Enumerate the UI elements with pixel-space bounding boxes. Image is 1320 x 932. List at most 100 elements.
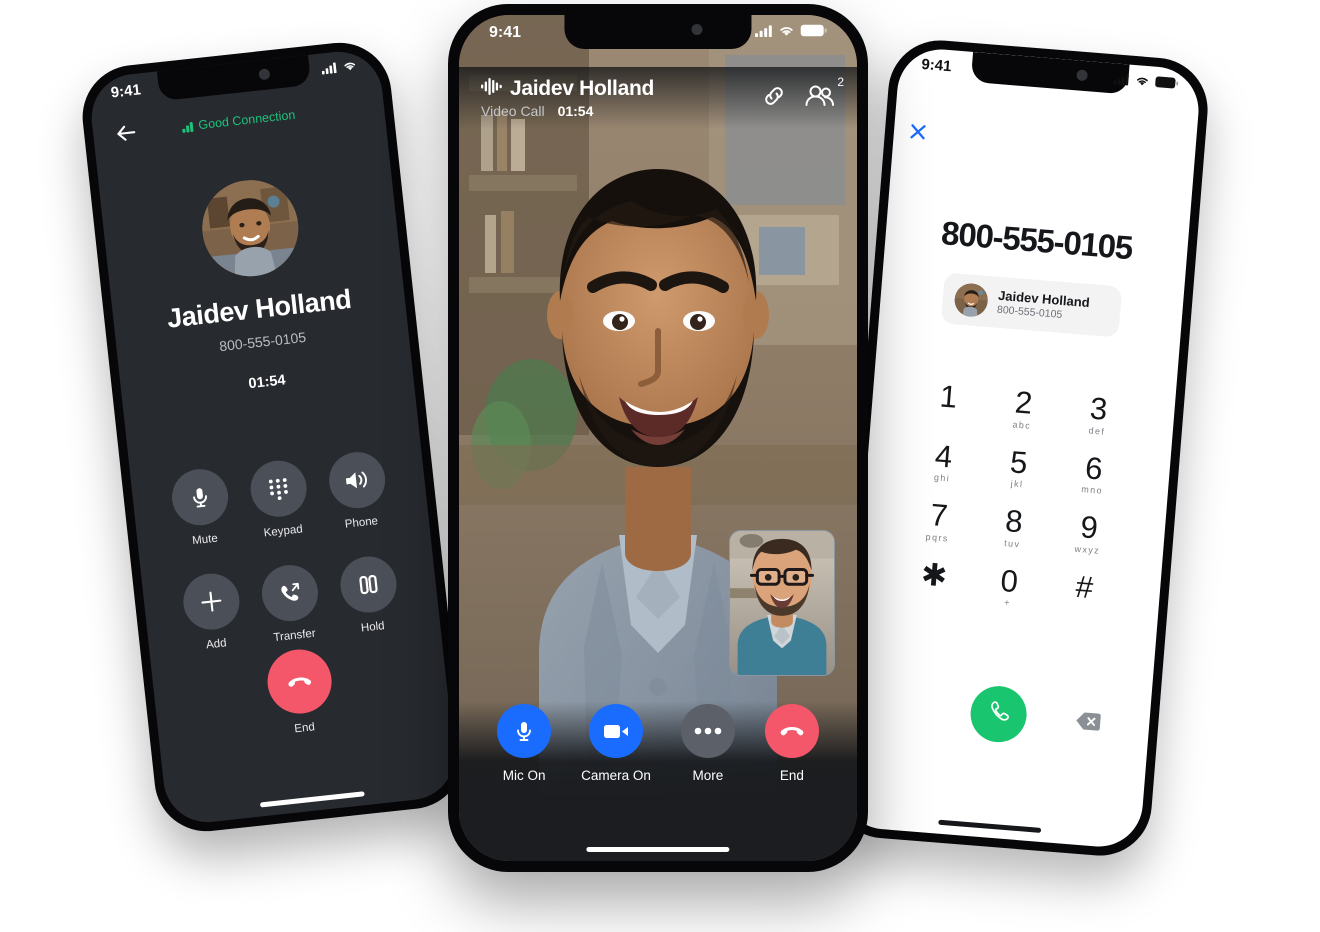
transfer-call-icon bbox=[259, 562, 321, 624]
microphone-icon bbox=[497, 704, 552, 758]
end-call-icon bbox=[764, 704, 819, 758]
key-digit: 2 bbox=[1013, 384, 1034, 421]
cellular-signal-icon bbox=[755, 24, 773, 42]
key-letters bbox=[946, 414, 947, 425]
header-actions: 2 bbox=[761, 75, 844, 114]
participants-button[interactable]: 2 bbox=[805, 75, 844, 113]
wifi-icon bbox=[778, 24, 795, 42]
backspace-button[interactable] bbox=[1074, 710, 1102, 737]
contact-suggestion-card[interactable]: Jaidev Holland 800-555-0105 bbox=[940, 272, 1123, 338]
cellular-signal-icon bbox=[1113, 71, 1130, 89]
audio-waveform-icon bbox=[481, 77, 502, 101]
keypad-key-0[interactable]: 0 + bbox=[978, 563, 1039, 611]
call-duration: 01:54 bbox=[557, 103, 594, 119]
key-letters: jkl bbox=[1010, 478, 1024, 490]
key-digit: ✱ bbox=[919, 556, 949, 594]
signal-bars-icon bbox=[181, 120, 194, 133]
keypad-key-hash[interactable]: # bbox=[1053, 569, 1114, 617]
battery-icon bbox=[1154, 74, 1179, 93]
center-phone-screen: 9:41 Jaidev Holland Video Call 01:54 2 M… bbox=[459, 15, 857, 861]
home-indicator bbox=[259, 791, 365, 808]
link-icon[interactable] bbox=[761, 83, 787, 114]
key-digit: 0 bbox=[999, 562, 1020, 600]
key-digit: 8 bbox=[1004, 503, 1025, 540]
dial-keypad: 1 2 abc 3 def 4 ghi 5 jkl 6 mno 7 pqrs 8 tuv 9w… bbox=[857, 375, 1176, 621]
cellular-signal-icon bbox=[321, 59, 339, 78]
control-label: Phone bbox=[344, 515, 379, 531]
control-label: Hold bbox=[360, 620, 386, 635]
dialer-actions bbox=[845, 674, 1152, 768]
call-type-label: Video Call bbox=[481, 103, 545, 119]
hold-button[interactable]: Hold bbox=[337, 553, 401, 637]
phone-handset-icon bbox=[984, 698, 1012, 731]
keypad-key-6[interactable]: 6 mno bbox=[1063, 450, 1124, 498]
keypad-key-8[interactable]: 8 tuv bbox=[983, 503, 1044, 552]
end-call-icon bbox=[264, 646, 335, 717]
key-letters bbox=[1082, 604, 1083, 615]
control-label: End bbox=[779, 768, 804, 783]
control-label: Mute bbox=[191, 532, 219, 548]
close-x-icon[interactable] bbox=[907, 121, 929, 143]
more-dots-icon bbox=[680, 704, 735, 758]
call-button[interactable] bbox=[968, 683, 1029, 745]
right-status-bar: 9:41 bbox=[898, 46, 1202, 102]
camera-toggle-button[interactable]: Camera On bbox=[581, 704, 651, 783]
status-time: 9:41 bbox=[489, 24, 522, 41]
keypad-key-7[interactable]: 7 pqrs bbox=[908, 497, 969, 546]
key-letters bbox=[932, 592, 933, 603]
keypad-key-4[interactable]: 4 ghi bbox=[913, 438, 974, 486]
participants-count-badge: 2 bbox=[837, 74, 844, 89]
control-label: Keypad bbox=[263, 523, 304, 540]
end-call-button[interactable]: End bbox=[764, 704, 819, 783]
center-status-bar: 9:41 bbox=[459, 15, 857, 51]
key-digit: 1 bbox=[938, 378, 959, 415]
status-time: 9:41 bbox=[109, 80, 142, 101]
home-indicator bbox=[586, 847, 730, 852]
self-view-video[interactable] bbox=[729, 530, 835, 676]
mute-button[interactable]: Mute bbox=[169, 466, 234, 549]
keypad-key-9[interactable]: 9 wxyz bbox=[1058, 509, 1119, 558]
keypad-key-1[interactable]: 1 bbox=[917, 378, 978, 427]
screenshot-stage: 9:41 Good Connection Jaidev Holland 800-… bbox=[0, 0, 1320, 932]
key-letters: mno bbox=[1080, 484, 1104, 496]
keypad-dots-icon bbox=[247, 457, 310, 520]
keypad-button[interactable]: Keypad bbox=[247, 457, 312, 541]
key-digit: 3 bbox=[1088, 390, 1109, 427]
pause-icon bbox=[337, 553, 400, 616]
control-label: More bbox=[692, 768, 724, 783]
center-phone-video-call: 9:41 Jaidev Holland Video Call 01:54 2 M… bbox=[448, 4, 868, 872]
more-options-button[interactable]: More bbox=[680, 704, 735, 783]
keypad-key-star[interactable]: ✱ bbox=[903, 556, 964, 605]
control-label: Camera On bbox=[581, 768, 651, 783]
control-label: Add bbox=[205, 637, 228, 652]
keypad-key-5[interactable]: 5 jkl bbox=[988, 444, 1049, 492]
keypad-key-3[interactable]: 3 def bbox=[1068, 391, 1129, 439]
speaker-icon bbox=[325, 449, 388, 512]
wifi-icon bbox=[1134, 73, 1150, 91]
contact-card-text: Jaidev Holland 800-555-0105 bbox=[996, 287, 1091, 324]
end-label: End bbox=[293, 721, 316, 736]
back-arrow-icon[interactable] bbox=[112, 119, 141, 148]
key-digit: 7 bbox=[928, 497, 949, 534]
mic-toggle-button[interactable]: Mic On bbox=[497, 704, 552, 783]
contact-avatar bbox=[953, 282, 989, 318]
right-phone-dialer: 9:41 800-555-0105 Jaidev Holland 800-555… bbox=[828, 36, 1212, 860]
home-indicator bbox=[938, 819, 1041, 833]
transfer-button[interactable]: Transfer bbox=[259, 562, 323, 645]
control-label: Mic On bbox=[502, 768, 546, 783]
speaker-button[interactable]: Phone bbox=[325, 449, 390, 532]
video-camera-icon bbox=[589, 704, 643, 758]
status-time: 9:41 bbox=[920, 55, 953, 75]
microphone-icon bbox=[169, 466, 232, 529]
key-letters: ghi bbox=[933, 472, 951, 484]
add-call-button[interactable]: Add bbox=[180, 570, 245, 654]
key-digit: 4 bbox=[933, 437, 954, 475]
key-digit: 6 bbox=[1083, 449, 1104, 487]
right-phone-screen: 9:41 800-555-0105 Jaidev Holland 800-555… bbox=[838, 46, 1202, 850]
wifi-icon bbox=[342, 57, 359, 76]
connection-label: Good Connection bbox=[197, 107, 296, 133]
key-digit: 5 bbox=[1008, 443, 1029, 481]
connection-status: Good Connection bbox=[138, 103, 338, 139]
left-phone-active-call: 9:41 Good Connection Jaidev Holland 800-… bbox=[77, 37, 469, 837]
keypad-key-2[interactable]: 2 abc bbox=[992, 385, 1053, 433]
